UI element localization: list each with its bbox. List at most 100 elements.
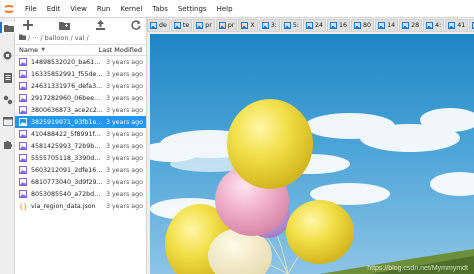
image-file-icon: [19, 118, 27, 126]
image-tab-icon: [354, 22, 362, 29]
image-file-icon: [19, 58, 27, 66]
last-modified-column-header[interactable]: Last Modified: [94, 46, 146, 54]
file-row[interactable]: 6810773040_3d9f29... 3 years ago: [15, 176, 146, 188]
folder-icon[interactable]: [0, 22, 15, 33]
image-file-icon: [19, 154, 27, 162]
tabs-list-icon[interactable]: [2, 116, 13, 127]
file-row[interactable]: 5603212091_2dfe16... 3 years ago: [15, 164, 146, 176]
refresh-button[interactable]: [129, 19, 143, 31]
tab-item[interactable]: X: [238, 19, 258, 31]
running-icon[interactable]: [2, 50, 13, 61]
tab-label: de: [159, 22, 167, 29]
file-row[interactable]: 16335852991_f55de... 3 years ago: [15, 68, 146, 80]
svg-text:{}: {}: [19, 203, 27, 210]
menu-file[interactable]: File: [20, 5, 42, 13]
image-tab-icon: [150, 22, 157, 29]
file-modified: 3 years ago: [105, 202, 143, 210]
file-row[interactable]: 410488422_5f8991f2... 3 years ago: [15, 128, 146, 140]
file-modified: 3 years ago: [105, 70, 143, 78]
breadcrumb: / ··· / balloon / val /: [15, 32, 146, 44]
file-name: via_region_data.json: [31, 202, 96, 210]
menu-run[interactable]: Run: [92, 5, 115, 13]
tab-item[interactable]: pr: [215, 19, 238, 31]
image-tab-icon: [283, 22, 291, 29]
file-row[interactable]: {} via_region_data.json 3 years ago: [15, 200, 146, 212]
tab-label: 5:: [292, 22, 300, 29]
tab-label: 4:: [435, 22, 442, 29]
image-tab-icon: [261, 22, 269, 29]
image-tab-icon: [378, 22, 386, 29]
image-tab-icon: [241, 22, 249, 29]
menu-view[interactable]: View: [65, 5, 92, 13]
menu-kernel[interactable]: Kernel: [115, 5, 147, 13]
tab-item[interactable]: 5:: [280, 19, 303, 31]
breadcrumb-separator: /: [28, 34, 31, 42]
tab-bar: deteprprX3:5:24168014284:41563:: [147, 18, 474, 32]
file-row[interactable]: 8053085540_a72bd2... 3 years ago: [15, 188, 146, 200]
json-file-icon: {}: [19, 202, 27, 211]
image-tab-icon: [448, 22, 456, 29]
extension-puzzle-icon[interactable]: [2, 138, 13, 149]
image-file-icon: [19, 178, 27, 186]
new-launcher-button[interactable]: [21, 19, 35, 31]
file-name: 14898532020_ba619...: [31, 58, 103, 66]
image-file-icon: [19, 94, 27, 102]
file-name: 3800636873_ace2c2...: [31, 106, 103, 114]
tab-label: 24: [315, 22, 324, 29]
tab-item[interactable]: 4:: [423, 19, 445, 31]
file-row[interactable]: 5555705118_3390d7... 3 years ago: [15, 152, 146, 164]
file-modified: 3 years ago: [105, 94, 143, 102]
jupyter-logo-icon: [2, 2, 16, 16]
file-row[interactable]: 3800636873_ace2c2... 3 years ago: [15, 104, 146, 116]
file-name: 24631331976_defa3...: [31, 82, 103, 90]
file-list-header: Name ▼ Last Modified: [15, 44, 146, 56]
tab-item[interactable]: te: [170, 19, 193, 31]
tab-item[interactable]: 14: [375, 19, 399, 31]
tab-item[interactable]: 28: [399, 19, 423, 31]
file-modified: 3 years ago: [105, 58, 143, 66]
menubar: File Edit View Run Kernel Tabs Settings …: [0, 0, 474, 18]
menu-settings[interactable]: Settings: [173, 5, 212, 13]
tab-item[interactable]: pr: [193, 19, 215, 31]
tab-item[interactable]: 80: [351, 19, 375, 31]
file-row[interactable]: 4581425993_72b9b1... 3 years ago: [15, 140, 146, 152]
file-modified: 3 years ago: [105, 142, 143, 150]
file-row[interactable]: 24631331976_defa3... 3 years ago: [15, 80, 146, 92]
image-file-icon: [19, 190, 27, 198]
image-tab-icon: [402, 22, 410, 29]
menu-help[interactable]: Help: [212, 5, 238, 13]
tab-label: X: [250, 22, 255, 29]
file-modified: 3 years ago: [105, 82, 143, 90]
yellow-balloon-top: [227, 99, 313, 189]
file-row[interactable]: 14898532020_ba619... 3 years ago: [15, 56, 146, 68]
upload-button[interactable]: [93, 19, 107, 31]
tab-item[interactable]: 41: [445, 19, 469, 31]
name-column-header[interactable]: Name ▼: [15, 46, 94, 54]
tab-item[interactable]: de: [147, 19, 170, 31]
file-name: 5603212091_2dfe16...: [31, 166, 103, 174]
file-name: 2917282960_06beee...: [31, 94, 103, 102]
sort-caret-icon: ▼: [41, 47, 46, 53]
breadcrumb-path[interactable]: / balloon / val /: [40, 34, 88, 42]
tab-item[interactable]: 56: [469, 19, 474, 31]
property-inspector-icon[interactable]: [2, 94, 13, 105]
image-tab-icon: [218, 22, 226, 29]
file-browser-panel: / ··· / balloon / val / Name ▼ Last Modi…: [15, 18, 147, 274]
file-row[interactable]: 3825919971_93fb1e... 3 years ago: [15, 116, 146, 128]
new-folder-button[interactable]: [57, 19, 71, 31]
menu-tabs[interactable]: Tabs: [147, 5, 173, 13]
tab-label: pr: [205, 22, 212, 29]
home-folder-icon[interactable]: [19, 34, 26, 42]
menu-edit[interactable]: Edit: [42, 5, 66, 13]
tab-item[interactable]: 3:: [258, 19, 280, 31]
tab-label: 80: [363, 22, 372, 29]
commands-icon[interactable]: [2, 72, 13, 83]
breadcrumb-ellipsis[interactable]: ···: [32, 34, 38, 42]
file-modified: 3 years ago: [105, 178, 143, 186]
file-row[interactable]: 2917282960_06beee... 3 years ago: [15, 92, 146, 104]
yellow-balloon-right: [286, 200, 354, 264]
tab-item[interactable]: 24: [303, 19, 327, 31]
tab-item[interactable]: 16: [327, 19, 351, 31]
image-tab-icon: [426, 22, 434, 29]
tab-label: 28: [411, 22, 420, 29]
